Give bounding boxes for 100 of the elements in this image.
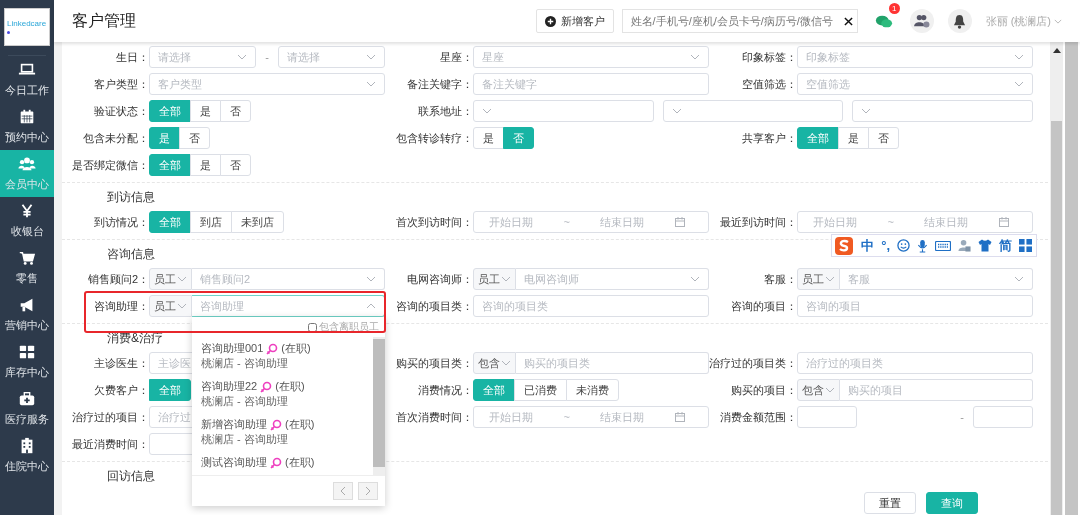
- input-field[interactable]: 购买的项目: [840, 379, 1033, 401]
- chat-icon[interactable]: [874, 13, 893, 29]
- close-icon[interactable]: [843, 16, 853, 26]
- input-field[interactable]: 备注关键字: [473, 73, 709, 95]
- segment-button[interactable]: 否: [220, 100, 251, 122]
- checkbox[interactable]: [308, 322, 317, 332]
- sidebar-item[interactable]: 库存中心: [0, 338, 54, 385]
- person-icon[interactable]: [958, 239, 971, 252]
- caret-icon: [366, 303, 376, 309]
- sidebar-item[interactable]: 零售: [0, 244, 54, 291]
- field-label: 印象标签：: [742, 49, 797, 65]
- search-field[interactable]: 姓名/手机号/座机/会员卡号/病历号/微信号: [621, 9, 858, 33]
- option-name[interactable]: 测试咨询助理: [201, 455, 267, 470]
- previous-page-button[interactable]: [333, 482, 353, 500]
- caret-icon: [501, 360, 511, 366]
- option-name[interactable]: 咨询助理22: [201, 379, 258, 394]
- calendar-icon: [18, 108, 36, 126]
- option-store: 桃澜店 - 咨询助理: [201, 356, 289, 371]
- input-field[interactable]: [973, 406, 1033, 428]
- input-field[interactable]: 咨询的项目类: [473, 295, 709, 317]
- calendar-icon: [998, 217, 1009, 227]
- segment-button[interactable]: 否: [179, 127, 210, 149]
- smiley-icon[interactable]: [897, 239, 910, 252]
- field-label: 咨询的项目类：: [396, 298, 473, 314]
- range-separator: -: [265, 51, 269, 63]
- section-title: 咨询信息: [106, 246, 155, 263]
- ime-label[interactable]: °,: [881, 238, 890, 253]
- prefix-dropdown[interactable]: 员工: [797, 268, 840, 290]
- input-field[interactable]: 购买的项目类: [516, 352, 709, 374]
- field-label: 共享客户：: [742, 130, 797, 146]
- segment-button[interactable]: 是: [190, 154, 221, 176]
- sidebar-item[interactable]: 今日工作: [0, 56, 54, 103]
- sidebar-item[interactable]: 营销中心: [0, 291, 54, 338]
- prefix-dropdown[interactable]: 包含: [797, 379, 840, 401]
- chevron-right-icon: [365, 486, 371, 496]
- scrollbar[interactable]: [373, 337, 385, 475]
- sidebar-item[interactable]: 医疗服务: [0, 385, 54, 432]
- segment-button[interactable]: 未消费: [566, 379, 619, 401]
- ime-label[interactable]: 中: [861, 236, 875, 255]
- sidebar-item[interactable]: 住院中心: [0, 432, 54, 479]
- field-label: 联系地址：: [418, 103, 473, 119]
- segment-button[interactable]: 是: [190, 100, 221, 122]
- scrollbar[interactable]: [1048, 42, 1080, 515]
- field-label: 空值筛选：: [742, 76, 797, 92]
- segment-button[interactable]: 未到店: [231, 211, 284, 233]
- option-name[interactable]: 咨询助理001: [201, 341, 264, 356]
- range-separator: -: [960, 411, 964, 423]
- calendar-icon: [674, 412, 685, 422]
- field-label: 最近到访时间：: [720, 214, 797, 230]
- grid-icon: [18, 343, 36, 361]
- option-store: 桃澜店 - 咨询助理: [201, 394, 289, 409]
- microphone-icon[interactable]: [917, 238, 928, 253]
- field-label: 治疗过的项目类：: [709, 355, 797, 371]
- segment-button[interactable]: 已消费: [514, 379, 567, 401]
- tiles-icon[interactable]: [1019, 239, 1032, 252]
- segment-button[interactable]: 是: [838, 127, 869, 149]
- option-status: (在职): [281, 341, 311, 356]
- calendar-icon: [674, 217, 685, 227]
- option-status: (在职): [275, 379, 305, 394]
- field-label: 验证状态：: [94, 103, 149, 119]
- keyboard-icon[interactable]: [935, 240, 951, 251]
- caret-icon: [237, 54, 248, 60]
- shirt-icon[interactable]: [978, 239, 992, 252]
- group-button[interactable]: [909, 9, 934, 33]
- section-title: 到访信息: [106, 189, 155, 206]
- prefix-dropdown[interactable]: 员工: [149, 268, 192, 290]
- select-field[interactable]: [852, 100, 1033, 122]
- prefix-dropdown[interactable]: 员工: [149, 295, 192, 317]
- reset-button[interactable]: 重置: [864, 492, 916, 514]
- field-label: 客服：: [764, 271, 797, 287]
- female-icon: [266, 342, 279, 355]
- notification-badge: 1: [888, 3, 900, 14]
- sidebar-item[interactable]: 预约中心: [0, 103, 54, 150]
- section-title: 回访信息: [106, 468, 155, 485]
- segment-button[interactable]: 是: [473, 127, 504, 149]
- input-field[interactable]: 治疗过的项目类: [797, 352, 1033, 374]
- cart-icon: [18, 249, 36, 267]
- segment-button[interactable]: 否: [220, 154, 251, 176]
- bell-icon[interactable]: [947, 9, 972, 33]
- next-page-button[interactable]: [358, 482, 378, 500]
- field-label: 星座：: [440, 49, 473, 65]
- select-field[interactable]: [662, 100, 844, 122]
- sidebar-item[interactable]: 收银台: [0, 197, 54, 244]
- segment-button[interactable]: 到店: [190, 211, 232, 233]
- field-label: 销售顾问2：: [87, 271, 149, 287]
- page-title: 客户管理: [72, 10, 137, 31]
- scroll-up-icon[interactable]: [1052, 48, 1061, 53]
- ime-label[interactable]: 简: [999, 236, 1012, 255]
- field-label: 备注关键字：: [407, 76, 473, 92]
- select-field[interactable]: [473, 100, 654, 122]
- segment-button[interactable]: 否: [868, 127, 899, 149]
- input-field[interactable]: 咨询的项目: [797, 295, 1033, 317]
- option-name[interactable]: 新增咨询助理: [201, 417, 267, 432]
- caret-icon: [690, 276, 700, 282]
- prefix-dropdown[interactable]: 员工: [473, 268, 516, 290]
- prefix-dropdown[interactable]: 包含: [473, 352, 516, 374]
- field-label: 电网咨询师：: [407, 271, 473, 287]
- new-customer-button[interactable]: 新增客户: [535, 9, 614, 33]
- input-field[interactable]: [797, 406, 857, 428]
- female-icon: [270, 418, 282, 431]
